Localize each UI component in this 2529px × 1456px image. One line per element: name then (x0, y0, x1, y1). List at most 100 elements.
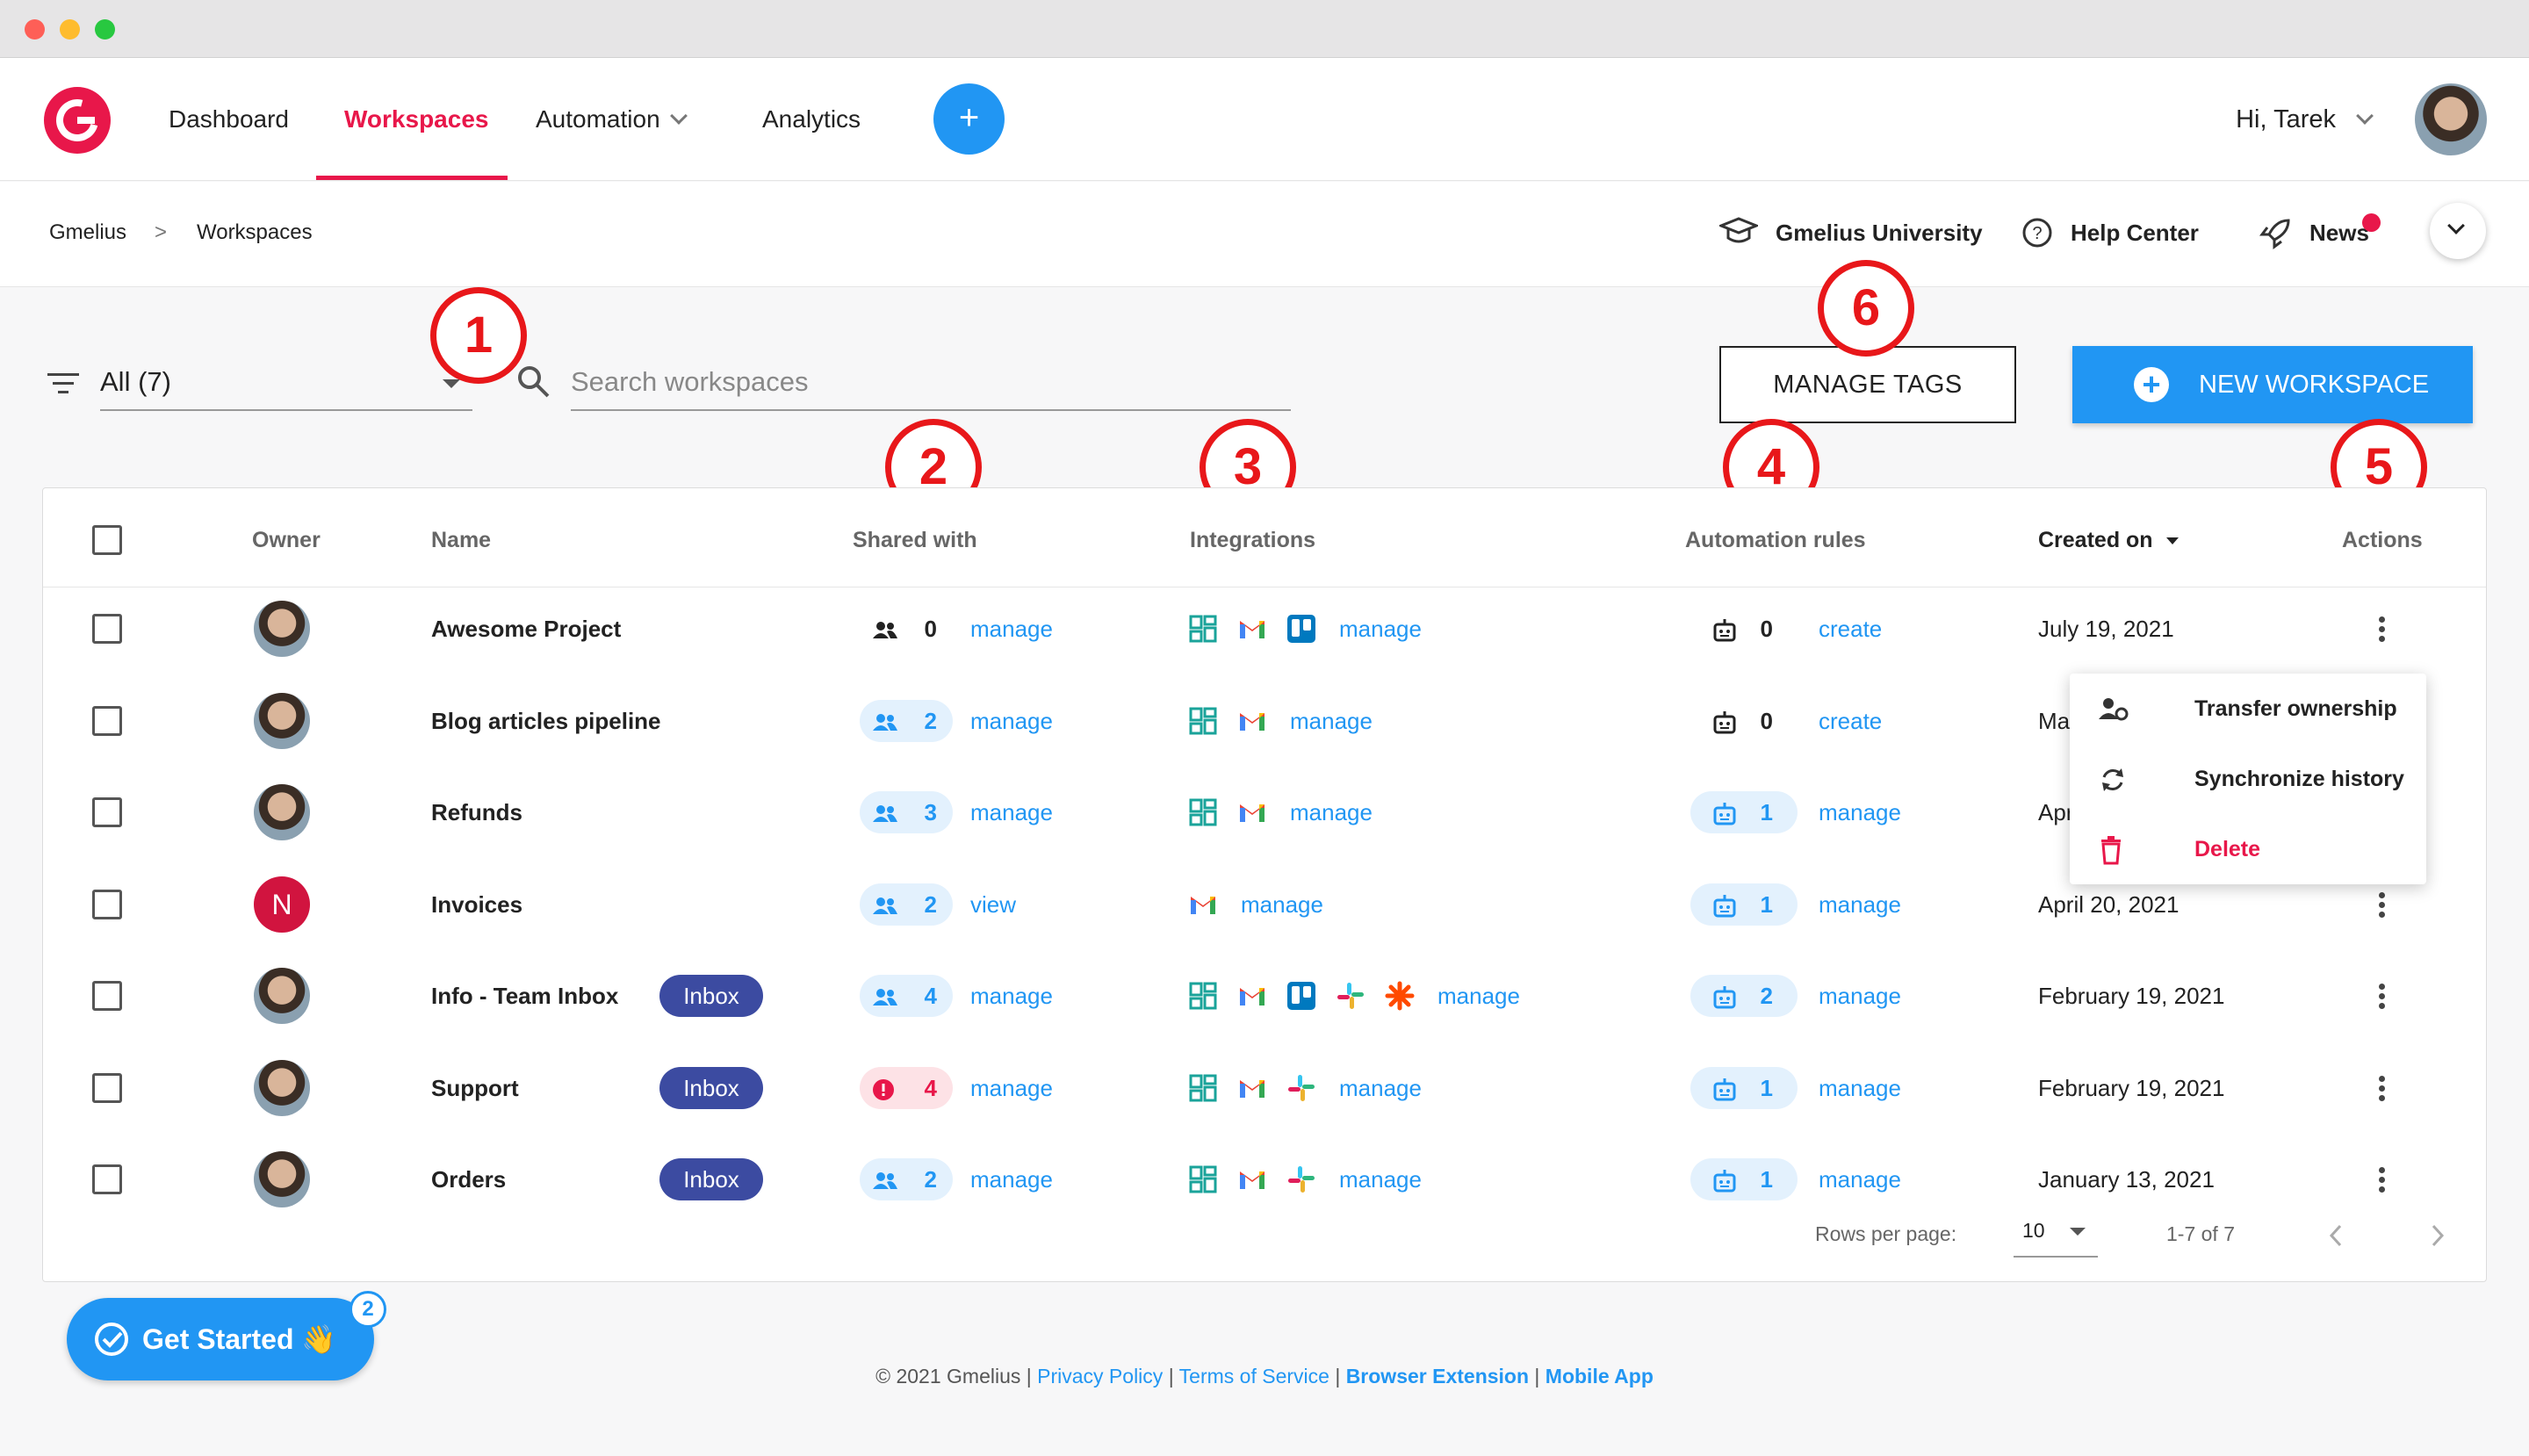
rows-per-page-label: Rows per page: (1815, 1222, 1957, 1245)
row-checkbox[interactable] (92, 614, 122, 644)
robot-icon (1711, 1067, 1738, 1109)
shared-count: 4 (924, 1074, 937, 1101)
automation-rules-link[interactable]: manage (1819, 1046, 1901, 1130)
integrations-manage-link[interactable]: manage (1339, 1137, 1422, 1222)
integrations-manage-link[interactable]: manage (1339, 587, 1422, 671)
privacy-policy-link[interactable]: Privacy Policy (1037, 1365, 1163, 1388)
shared-count: 3 (924, 799, 937, 825)
automation-rules-link[interactable]: manage (1819, 954, 1901, 1038)
row-checkbox[interactable] (92, 1164, 122, 1194)
inbox-tag: Inbox (659, 1158, 763, 1200)
alert-icon (872, 1067, 895, 1109)
nav-workspaces[interactable]: Workspaces (344, 58, 488, 181)
manage-tags-button[interactable]: MANAGE TAGS (1719, 346, 2016, 423)
workspace-name[interactable]: Orders (431, 1137, 506, 1222)
new-workspace-button[interactable]: + NEW WORKSPACE (2072, 346, 2473, 423)
workspace-name[interactable]: Blog articles pipeline (431, 679, 661, 763)
minimize-window-button[interactable] (60, 19, 80, 40)
table-row[interactable]: Support Inbox 4 manage manage 1 manage February… (43, 1046, 2486, 1130)
terms-of-service-link[interactable]: Terms of Service (1179, 1365, 1329, 1388)
integrations-manage-link[interactable]: manage (1241, 862, 1323, 947)
shared-with-link[interactable]: manage (970, 770, 1053, 854)
chevron-left-icon[interactable] (2326, 1222, 2347, 1249)
help-center-link[interactable]: Help Center (2071, 182, 2199, 284)
user-avatar[interactable] (2415, 83, 2487, 155)
table-row[interactable]: Awesome Project 0 manage manage 0 create July … (43, 587, 2486, 671)
more-options-dropdown[interactable] (2430, 203, 2486, 259)
automation-rules-link[interactable]: create (1819, 679, 1882, 763)
column-header-integrations: Integrations (1190, 528, 1316, 552)
workspace-filter-select[interactable]: All (7) (100, 360, 472, 411)
shared-with-link[interactable]: manage (970, 1046, 1053, 1130)
integrations-manage-link[interactable]: manage (1339, 1046, 1422, 1130)
board-icon (1188, 1073, 1218, 1103)
workspace-name[interactable]: Invoices (431, 862, 522, 947)
shared-with-link[interactable]: manage (970, 587, 1053, 671)
owner-avatar (254, 784, 310, 840)
more-actions-icon[interactable] (2379, 1167, 2386, 1193)
automation-rules-link[interactable]: create (1819, 587, 1882, 671)
user-menu[interactable]: Hi, Tarek (2236, 58, 2374, 181)
board-icon (1188, 797, 1218, 827)
menu-item-transfer-ownership[interactable]: Transfer ownership (2070, 674, 2426, 744)
filter-icon[interactable] (46, 371, 81, 397)
row-checkbox[interactable] (92, 981, 122, 1011)
menu-item-synchronize-history[interactable]: Synchronize history (2070, 744, 2426, 814)
breadcrumb-root[interactable]: Gmelius (49, 182, 126, 284)
shared-with-link[interactable]: manage (970, 679, 1053, 763)
integrations-manage-link[interactable]: manage (1437, 954, 1520, 1038)
browser-extension-link[interactable]: Browser Extension (1346, 1365, 1529, 1388)
row-checkbox[interactable] (92, 705, 122, 736)
integrations-manage-link[interactable]: manage (1290, 679, 1373, 763)
automation-rules-link[interactable]: manage (1819, 862, 1901, 947)
nav-dashboard[interactable]: Dashboard (169, 58, 289, 181)
owner-avatar: N (254, 876, 310, 933)
more-actions-icon[interactable] (2379, 1075, 2386, 1102)
mobile-app-link[interactable]: Mobile App (1546, 1365, 1654, 1388)
workspace-name[interactable]: Refunds (431, 770, 522, 854)
shared-with-link[interactable]: manage (970, 954, 1053, 1038)
automation-rules-count: 0 (1690, 608, 1798, 650)
automation-rules-link[interactable]: manage (1819, 770, 1901, 854)
workspace-name[interactable]: Support (431, 1046, 519, 1130)
more-actions-icon[interactable] (2379, 891, 2386, 919)
quick-add-button[interactable]: + (933, 83, 1005, 155)
dropdown-arrow-icon (443, 379, 460, 388)
active-tab-indicator (316, 176, 508, 180)
column-header-created[interactable]: Created on (2038, 488, 2179, 592)
select-all-checkbox[interactable] (92, 525, 122, 555)
table-row[interactable]: Info - Team Inbox Inbox 4 manage manage 2 mana… (43, 954, 2486, 1038)
news-link[interactable]: News (2309, 182, 2369, 284)
gmail-icon (1237, 797, 1267, 827)
workspace-name[interactable]: Info - Team Inbox (431, 954, 618, 1038)
menu-item-delete[interactable]: Delete (2070, 814, 2426, 884)
row-checkbox[interactable] (92, 889, 122, 919)
shared-with-link[interactable]: manage (970, 1137, 1053, 1222)
more-actions-icon[interactable] (2379, 984, 2386, 1010)
row-checkbox[interactable] (92, 797, 122, 827)
chevron-right-icon[interactable] (2426, 1222, 2447, 1249)
table-row[interactable]: Orders Inbox 2 manage manage 1 manage January 1… (43, 1137, 2486, 1222)
people-icon (872, 608, 898, 650)
gmail-icon (1237, 981, 1267, 1011)
shared-with-link[interactable]: view (970, 862, 1016, 947)
row-checkbox[interactable] (92, 1072, 122, 1103)
column-header-actions: Actions (2342, 528, 2423, 552)
nav-automation[interactable]: Automation (536, 58, 688, 181)
search-input[interactable]: Search workspaces (571, 360, 1291, 411)
zoom-window-button[interactable] (95, 19, 115, 40)
automation-rules-count: 1 (1690, 1066, 1798, 1109)
nav-analytics[interactable]: Analytics (762, 58, 861, 181)
more-actions-icon[interactable] (2379, 616, 2386, 643)
footer-separator: | (1168, 1365, 1174, 1388)
gmelius-logo[interactable] (44, 87, 111, 154)
board-icon (1188, 706, 1218, 736)
shared-with-count: 4 (860, 1066, 953, 1109)
integrations-manage-link[interactable]: manage (1290, 770, 1373, 854)
rules-count: 1 (1760, 799, 1773, 825)
close-window-button[interactable] (25, 19, 45, 40)
shared-with-count: 3 (860, 791, 953, 833)
rows-per-page-select[interactable]: 10 (2014, 1210, 2098, 1258)
copyright-text: © 2021 Gmelius (875, 1365, 1021, 1388)
workspace-name[interactable]: Awesome Project (431, 587, 621, 671)
